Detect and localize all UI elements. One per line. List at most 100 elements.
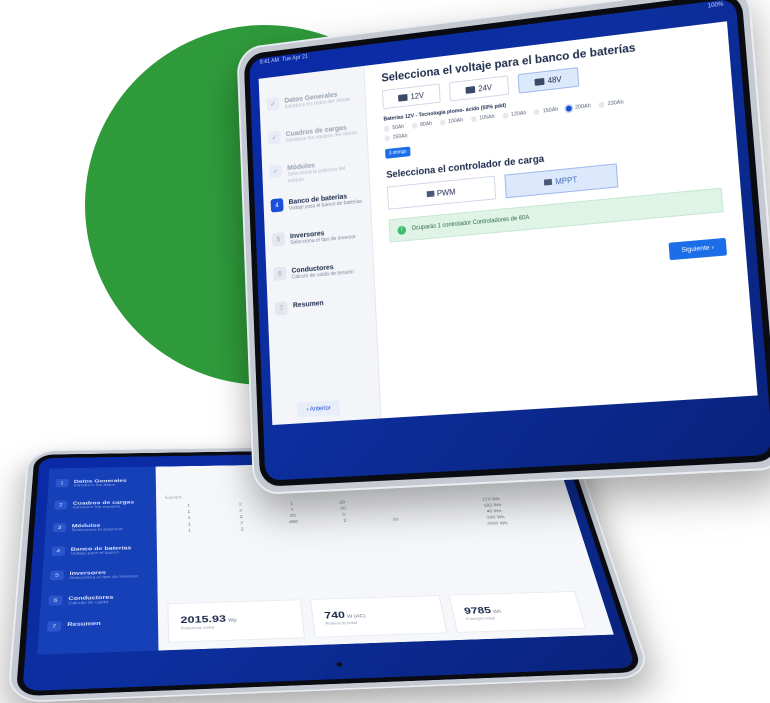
stats-row: 2015.93 Wp Potencia solar 740W (AC) Potenci… (167, 591, 587, 643)
main-content: Selecciona el voltaje para el banco de b… (297, 21, 757, 418)
table-cell (519, 502, 564, 507)
mppt-button[interactable]: MPPT (504, 163, 619, 199)
back-step-7[interactable]: 7 Resumen (38, 614, 158, 644)
battery-icon (534, 77, 545, 86)
capacity-radio-selected[interactable]: 200Ah (566, 103, 591, 112)
check-icon: ✓ (269, 164, 283, 179)
battery-icon (398, 93, 408, 102)
next-label: Siguiente (681, 244, 710, 255)
radio-icon (411, 122, 418, 129)
capacity-radio[interactable]: 105Ah (470, 113, 495, 123)
step-number: 4 (270, 198, 284, 213)
battery-icon (465, 85, 476, 94)
step-title: Resumen (67, 619, 101, 628)
back-step-5[interactable]: 5 Inversores Selecciona el tipo de inverso… (41, 564, 157, 592)
status-date: Tue Apr 21 (281, 54, 309, 63)
capacity-radio[interactable]: 250Ah (384, 133, 408, 142)
capacity-radio[interactable]: 120Ah (502, 110, 526, 119)
table-cell: 1 (187, 504, 191, 508)
radio-icon (470, 115, 477, 123)
radio-icon (383, 125, 390, 133)
table-cell (523, 514, 568, 519)
app-frame: ✓ Datos Generales Introduce los datos del … (258, 21, 758, 426)
back-step-4[interactable]: 4 Banco de baterías Voltaje para el banco (43, 540, 157, 567)
table-cell: 2 (239, 515, 243, 520)
step-desc: Voltaje para el banco (70, 550, 119, 557)
table-cell: 2 (343, 519, 347, 524)
previous-button[interactable]: ‹ Anterior (297, 400, 341, 418)
table-cell: 182 Wh (483, 503, 502, 508)
radio-icon (384, 135, 391, 142)
table-cell: 450 (288, 520, 299, 525)
capacity-radio[interactable]: 50Ah (383, 124, 405, 133)
table-cell (422, 511, 468, 516)
table-cell: 1 (187, 529, 192, 534)
step-desc: Introduce los datos (73, 483, 116, 488)
controller-label: MPPT (554, 174, 578, 186)
info-icon: ! (397, 225, 407, 235)
table-cell: 1 (187, 516, 191, 521)
consumption-table: 1 2 1 20 270 Wh 1 2 1 20 182 Wh 1 2 20 5 40 Wh 1 2 450 2 20… (165, 497, 569, 534)
step-desc: Selecciona la potencia (71, 527, 123, 533)
table-cell (524, 520, 569, 525)
arrow-left-icon: ‹ (306, 406, 309, 414)
table-cell: 280 Wh (486, 515, 506, 520)
steps-sidebar: ✓ Datos Generales Introduce los datos del … (258, 65, 382, 426)
table-cell: 20 (289, 514, 297, 519)
step-number: 7 (274, 301, 288, 316)
pwm-button[interactable]: PWM (386, 175, 497, 210)
stat-total-power: 740W (AC) Potencia total (310, 595, 448, 638)
capacity-label: 100Ah (447, 117, 464, 125)
step-number: 6 (48, 595, 63, 606)
front-tablet-bezel: 9:41 AM Tue Apr 21 100% ✓ Datos Generales… (243, 0, 770, 487)
voltage-label: 12V (410, 90, 425, 101)
capacity-radio[interactable]: 150Ah (533, 106, 559, 116)
capacity-label: 150Ah (542, 106, 559, 115)
back-step-6[interactable]: 6 Conductores Cálculo de caída (40, 588, 158, 617)
capacity-label: 105Ah (479, 113, 495, 122)
stat-value: 9785 (463, 604, 493, 617)
capacity-radio[interactable]: 230Ah (598, 100, 624, 109)
step-number: 3 (52, 523, 67, 533)
step-number: 4 (51, 546, 66, 556)
table-cell: 20 (338, 500, 346, 505)
table-cell (521, 508, 566, 513)
table-cell (370, 500, 415, 505)
back-step-2[interactable]: 2 Cuadros de cargas Introduce los equipos (46, 495, 156, 520)
table-cell: 1 (187, 510, 191, 515)
step-desc: Introduce los equipos (72, 505, 121, 510)
controller-icon (426, 190, 435, 198)
back-step-1[interactable]: 1 Datos Generales Introduce los datos (48, 474, 156, 498)
capacity-radio[interactable]: 80Ah (411, 120, 433, 129)
capacity-label: 50Ah (392, 124, 405, 132)
stat-value: 2015.93 (180, 613, 227, 626)
previous-label: Anterior (309, 404, 331, 413)
table-cell (374, 524, 420, 529)
alert-text: Ocuparás 1 controlador Controladores de … (411, 214, 530, 232)
voltage-24v-button[interactable]: 24V (449, 75, 510, 102)
table-cell: 2 (240, 527, 244, 532)
step-number: 5 (49, 570, 64, 581)
step-resumen[interactable]: 7 Resumen (267, 288, 376, 332)
voltage-48v-button[interactable]: 48V (517, 67, 580, 94)
back-step-3[interactable]: 3 Módulos Selecciona la potencia (45, 517, 157, 543)
next-button[interactable]: Siguiente › (668, 237, 728, 261)
radio-icon (533, 108, 541, 116)
status-time: 9:41 AM (259, 57, 280, 66)
capacity-label: 80Ah (419, 120, 433, 129)
table-cell: 270 Wh (481, 497, 501, 502)
step-number: 5 (271, 232, 286, 247)
table-cell (421, 504, 466, 509)
front-tablet-screen: 9:41 AM Tue Apr 21 100% ✓ Datos Generales… (249, 0, 770, 481)
voltage-12v-button[interactable]: 12V (382, 83, 441, 110)
capacity-radio[interactable]: 100Ah (439, 117, 464, 126)
controller-label: PWM (436, 187, 456, 198)
table-cell: 40 Wh (486, 509, 503, 514)
stat-unit: Wh (492, 609, 502, 615)
table-cell (371, 506, 417, 511)
table-cell (419, 499, 464, 503)
table-cell: 1 (187, 522, 191, 527)
voltage-label: 48V (547, 74, 562, 85)
table-cell: 1 (289, 502, 294, 506)
table-cell: 2 (238, 503, 242, 507)
